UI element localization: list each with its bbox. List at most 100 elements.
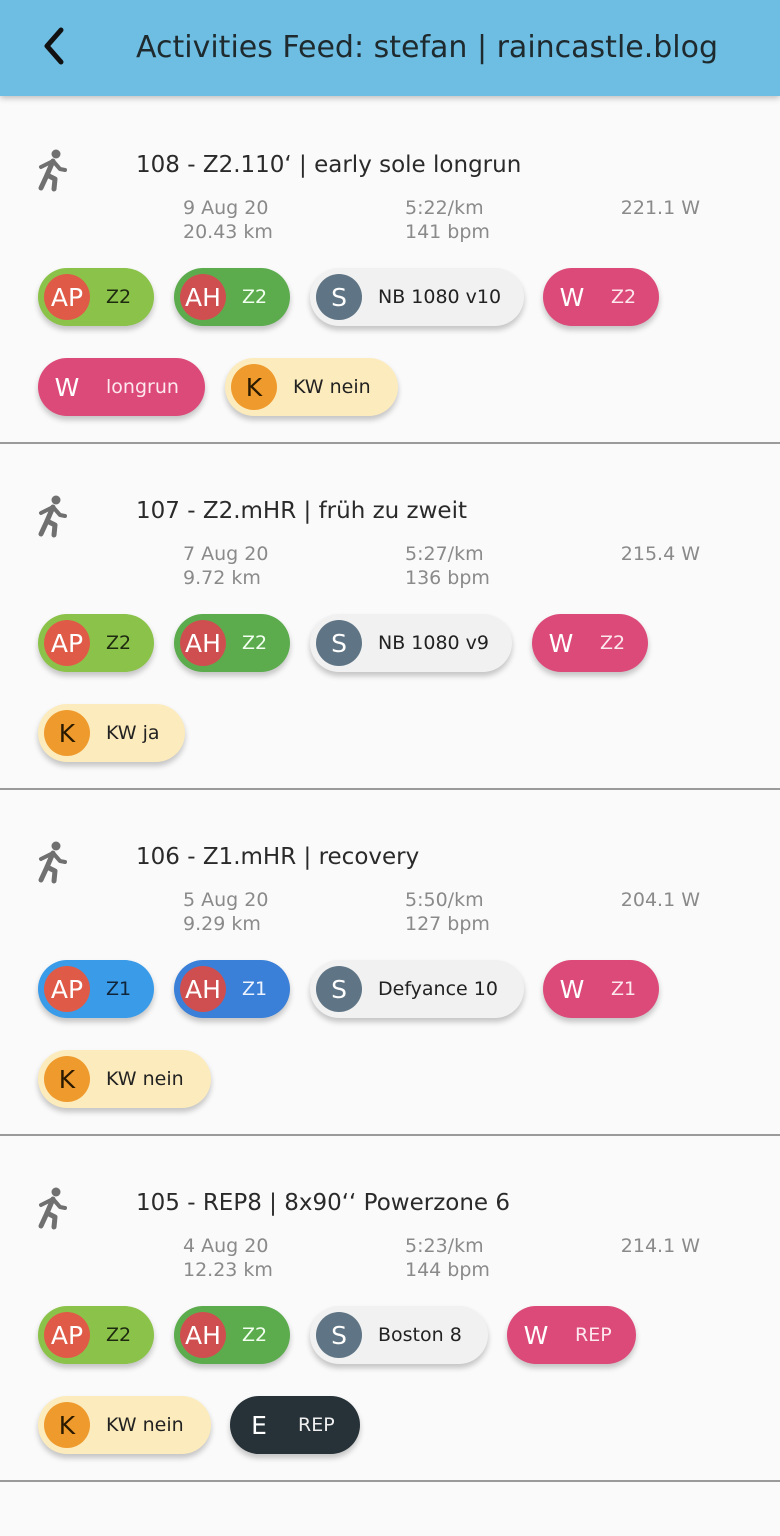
chip-avatar: S [316,1312,362,1358]
activity-heart-rate: 136 bpm [405,567,490,589]
chip-label: NB 1080 v10 [378,286,502,308]
chip-label: Z2 [600,632,626,654]
chip-ah-zone[interactable]: AH Z2 [174,614,290,672]
activity-distance: 9.72 km [183,567,261,589]
chip-shoe[interactable]: S NB 1080 v10 [310,268,524,326]
activity-distance: 9.29 km [183,913,261,935]
chip-label: Z2 [106,286,132,308]
chip-kw[interactable]: K KW nein [38,1050,211,1108]
chip-label: Z1 [242,978,268,1000]
activity-title: 107 - Z2.mHR | früh zu zweit [136,498,467,524]
chip-label: longrun [106,376,179,398]
chip-label: Z2 [242,1324,268,1346]
chip-label: REP [298,1414,335,1436]
chip-ap-zone[interactable]: AP Z2 [38,614,154,672]
activity-power: 214.1 W [620,1235,700,1257]
back-button[interactable] [30,22,78,70]
chip-avatar: AH [180,1312,226,1358]
chip-kw[interactable]: K KW ja [38,704,185,762]
chip-label: Defyance 10 [378,978,498,1000]
chip-avatar: AH [180,620,226,666]
activity-power: 204.1 W [620,889,700,911]
chip-label: Z2 [106,1324,132,1346]
chip-ah-zone[interactable]: AH Z1 [174,960,290,1018]
chip-label: Z2 [611,286,637,308]
chip-avatar: AP [44,966,90,1012]
chip-avatar: K [231,364,277,410]
chip-avatar: W [549,274,595,320]
chip-label: REP [575,1324,612,1346]
chip-avatar: S [316,274,362,320]
activity-pace: 5:27/km [405,543,484,565]
chip-label: NB 1080 v9 [378,632,490,654]
chip-label: KW nein [106,1414,184,1436]
chip-label: Z2 [242,286,268,308]
activity-pace: 5:22/km [405,197,484,219]
chip-avatar: K [44,710,90,756]
activity-title: 105 - REP8 | 8x90‘‘ Powerzone 6 [136,1190,511,1216]
chip-label: Z1 [611,978,637,1000]
chip-avatar: W [549,966,595,1012]
chip-shoe[interactable]: S NB 1080 v9 [310,614,512,672]
chip-avatar: K [44,1056,90,1102]
chip-workout[interactable]: W Z2 [532,614,648,672]
activity-pace: 5:23/km [405,1235,484,1257]
running-icon [38,149,67,192]
chip-label: Z2 [106,632,132,654]
chip-avatar: AP [44,274,90,320]
activity-heart-rate: 127 bpm [405,913,490,935]
chip-avatar: S [316,966,362,1012]
chip-avatar: AP [44,620,90,666]
activity-date: 7 Aug 20 [183,543,269,565]
app-bar: Activities Feed: stefan | raincastle.blo… [0,0,780,96]
chip-workout[interactable]: W Z1 [543,960,659,1018]
chip-workout[interactable]: W longrun [38,358,205,416]
chip-avatar: K [44,1402,90,1448]
chip-workout[interactable]: W REP [507,1306,636,1364]
activity-card[interactable]: 106 - Z1.mHR | recovery 5 Aug 20 9.29 km… [0,790,780,1136]
activity-heart-rate: 141 bpm [405,221,490,243]
chip-e[interactable]: E REP [230,1396,360,1454]
chip-workout[interactable]: W Z2 [543,268,659,326]
running-icon [38,1187,67,1230]
activity-power: 215.4 W [620,543,700,565]
running-icon [38,495,67,538]
chip-label: KW nein [293,376,371,398]
chip-ap-zone[interactable]: AP Z2 [38,1306,154,1364]
activity-title: 106 - Z1.mHR | recovery [136,844,420,870]
chip-avatar: AP [44,1312,90,1358]
chip-ap-zone[interactable]: AP Z1 [38,960,154,1018]
arrow-back-icon [44,27,64,65]
chip-label: KW ja [106,722,160,744]
activity-title: 108 - Z2.110‘ | early sole longrun [136,152,522,178]
chip-kw[interactable]: K KW nein [38,1396,211,1454]
chip-avatar: AH [180,274,226,320]
chip-avatar: W [513,1312,559,1358]
activity-card[interactable]: 105 - REP8 | 8x90‘‘ Powerzone 6 4 Aug 20… [0,1136,780,1482]
chip-avatar: AH [180,966,226,1012]
chip-shoe[interactable]: S Boston 8 [310,1306,488,1364]
activity-heart-rate: 144 bpm [405,1259,490,1281]
activity-date: 5 Aug 20 [183,889,269,911]
chip-avatar: S [316,620,362,666]
chip-label: Z1 [106,978,132,1000]
activity-date: 9 Aug 20 [183,197,269,219]
chip-avatar: W [538,620,584,666]
activities-feed: 108 - Z2.110‘ | early sole longrun 9 Aug… [0,98,780,1482]
chip-label: Boston 8 [378,1324,462,1346]
chip-avatar: E [236,1402,282,1448]
running-icon [38,841,67,884]
chip-kw[interactable]: K KW nein [225,358,398,416]
chip-avatar: W [44,364,90,410]
chip-label: KW nein [106,1068,184,1090]
activity-card[interactable]: 108 - Z2.110‘ | early sole longrun 9 Aug… [0,98,780,444]
activity-date: 4 Aug 20 [183,1235,269,1257]
chip-ah-zone[interactable]: AH Z2 [174,1306,290,1364]
chip-shoe[interactable]: S Defyance 10 [310,960,524,1018]
chip-ah-zone[interactable]: AH Z2 [174,268,290,326]
activity-card[interactable]: 107 - Z2.mHR | früh zu zweit 7 Aug 20 9.… [0,444,780,790]
chip-label: Z2 [242,632,268,654]
chip-ap-zone[interactable]: AP Z2 [38,268,154,326]
activity-power: 221.1 W [620,197,700,219]
activity-distance: 12.23 km [183,1259,273,1281]
